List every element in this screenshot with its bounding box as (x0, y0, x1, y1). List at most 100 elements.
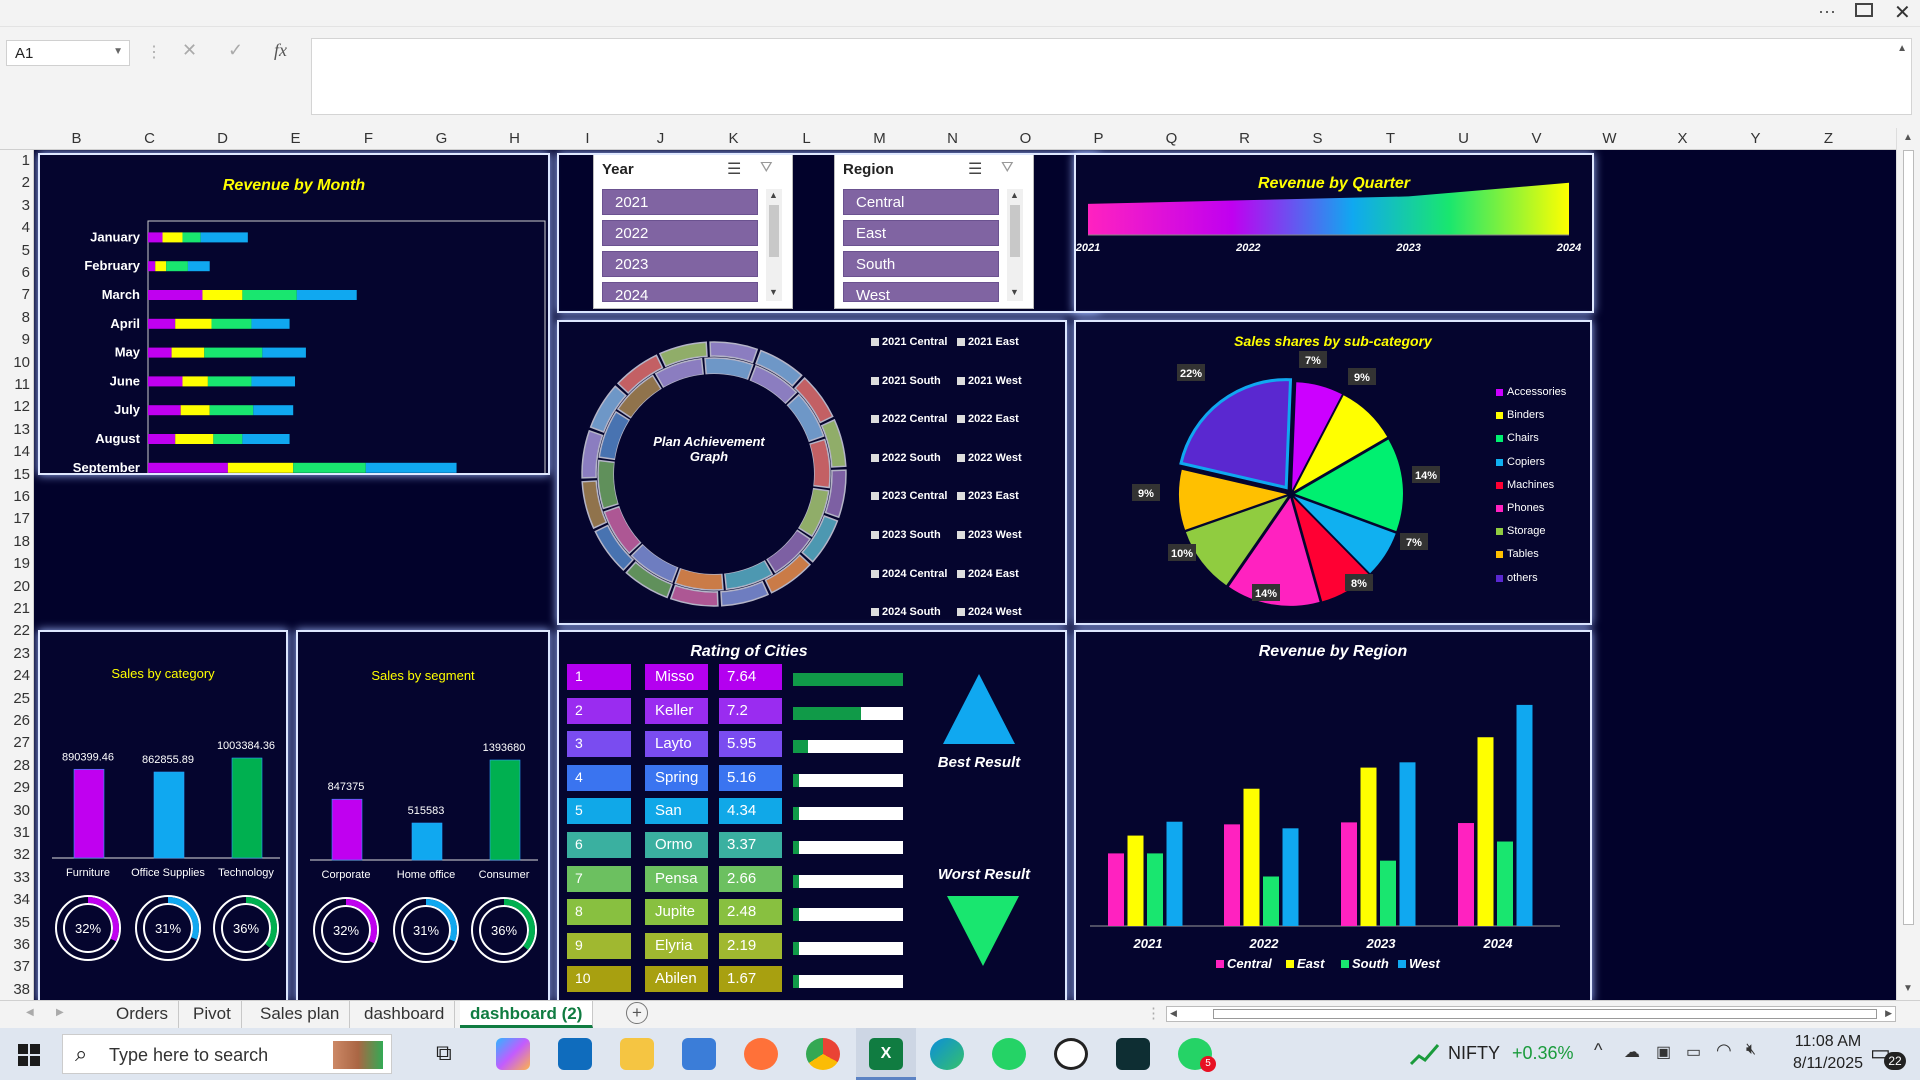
add-sheet-icon[interactable]: + (626, 1002, 648, 1024)
chevron-up-icon[interactable]: ^ (1594, 1040, 1602, 1061)
tab-sales-plan[interactable]: Sales plan (250, 1001, 351, 1028)
row-header[interactable]: 35 (0, 912, 30, 934)
row-header[interactable]: 5 (0, 240, 30, 262)
ticker-name[interactable]: NIFTY (1448, 1043, 1500, 1064)
taskbar-search-box[interactable]: ⌕ Type here to search (62, 1034, 392, 1074)
wifi-icon[interactable]: ◠ (1716, 1040, 1732, 1061)
tab-pivot[interactable]: Pivot (183, 1001, 242, 1028)
formula-input[interactable]: ▲ (311, 38, 1912, 115)
row-header[interactable]: 21 (0, 598, 30, 620)
row-header[interactable]: 22 (0, 620, 30, 642)
restore-icon[interactable] (1855, 3, 1873, 17)
row-header[interactable]: 9 (0, 329, 30, 351)
tab-dashboard-2[interactable]: dashboard (2) (460, 1001, 594, 1028)
scroll-thumb[interactable] (1213, 1009, 1877, 1019)
column-header[interactable]: V (1500, 130, 1573, 147)
tab-orders[interactable]: Orders (106, 1001, 179, 1028)
vertical-scrollbar[interactable]: ▲ ▼ (1896, 128, 1920, 1000)
row-header[interactable]: 23 (0, 643, 30, 665)
column-header[interactable]: R (1208, 130, 1281, 147)
column-header[interactable]: C (113, 130, 186, 147)
close-icon[interactable]: ✕ (1894, 0, 1911, 25)
scroll-right-icon[interactable]: ▶ (1885, 1008, 1892, 1019)
tab-dashboard[interactable]: dashboard (354, 1001, 456, 1028)
collapse-formula-icon[interactable]: ▲ (1897, 43, 1907, 54)
function-icon[interactable]: fx (274, 40, 287, 61)
scroll-down-icon[interactable]: ▼ (1903, 983, 1913, 994)
column-header[interactable]: U (1427, 130, 1500, 147)
chatgpt-icon[interactable] (1054, 1038, 1088, 1070)
row-header[interactable]: 38 (0, 979, 30, 1001)
copilot-icon[interactable] (496, 1038, 530, 1070)
clock-time[interactable]: 11:08 AM (1788, 1033, 1868, 1051)
column-header[interactable]: W (1573, 130, 1646, 147)
row-header[interactable]: 29 (0, 777, 30, 799)
column-header[interactable]: T (1354, 130, 1427, 147)
column-header[interactable]: Q (1135, 130, 1208, 147)
column-header[interactable]: N (916, 130, 989, 147)
excel-taskbar-active[interactable]: X (856, 1028, 916, 1080)
row-header[interactable]: 37 (0, 956, 30, 978)
file-explorer-icon[interactable] (620, 1038, 654, 1070)
row-header[interactable]: 13 (0, 419, 30, 441)
column-header[interactable]: E (259, 130, 332, 147)
row-header[interactable]: 28 (0, 755, 30, 777)
row-header[interactable]: 36 (0, 934, 30, 956)
column-header[interactable]: O (989, 130, 1062, 147)
column-header[interactable]: F (332, 130, 405, 147)
chrome-icon[interactable] (806, 1038, 840, 1070)
whatsapp-business-icon[interactable]: 5 (1178, 1038, 1216, 1072)
column-header[interactable]: K (697, 130, 770, 147)
scroll-left-icon[interactable]: ◀ (1170, 1008, 1177, 1019)
next-sheet-icon[interactable]: ▶ (56, 1007, 64, 1018)
column-header[interactable]: M (843, 130, 916, 147)
column-header[interactable]: B (40, 130, 113, 147)
row-header[interactable]: 20 (0, 576, 30, 598)
excel-icon[interactable]: X (869, 1038, 903, 1070)
row-header[interactable]: 30 (0, 800, 30, 822)
cancel-icon[interactable]: ✕ (182, 40, 197, 61)
row-header[interactable]: 15 (0, 464, 30, 486)
row-header[interactable]: 31 (0, 822, 30, 844)
row-header[interactable]: 11 (0, 374, 30, 396)
speaker-muted-icon[interactable]: 🔇︎ (1746, 1041, 1756, 1059)
row-header[interactable]: 1 (0, 150, 30, 172)
row-header[interactable]: 14 (0, 441, 30, 463)
row-header[interactable]: 26 (0, 710, 30, 732)
row-header[interactable]: 24 (0, 665, 30, 687)
whatsapp-icon[interactable] (992, 1038, 1026, 1070)
column-header[interactable]: J (624, 130, 697, 147)
row-header[interactable]: 27 (0, 732, 30, 754)
more-icon[interactable]: ⋯ (1818, 2, 1836, 23)
outlook-icon[interactable] (558, 1038, 592, 1070)
enter-icon[interactable]: ✓ (228, 40, 243, 61)
prev-sheet-icon[interactable]: ◀ (26, 1007, 34, 1018)
row-header[interactable]: 33 (0, 867, 30, 889)
scroll-up-icon[interactable]: ▲ (1903, 132, 1913, 143)
column-header[interactable]: X (1646, 130, 1719, 147)
scroll-thumb[interactable] (1903, 150, 1914, 925)
battery-icon[interactable]: ▭ (1686, 1042, 1701, 1062)
clock-date[interactable]: 8/11/2025 (1788, 1055, 1868, 1073)
column-header[interactable]: D (186, 130, 259, 147)
row-header[interactable]: 16 (0, 486, 30, 508)
column-header[interactable]: Y (1719, 130, 1792, 147)
row-header[interactable]: 25 (0, 688, 30, 710)
row-header[interactable]: 3 (0, 195, 30, 217)
name-box[interactable]: A1 ▼ (6, 40, 130, 66)
row-header[interactable]: 10 (0, 352, 30, 374)
column-header[interactable]: G (405, 130, 478, 147)
meet-icon[interactable]: ▣ (1656, 1042, 1671, 1062)
row-header[interactable]: 17 (0, 508, 30, 530)
column-header[interactable]: I (551, 130, 624, 147)
row-header[interactable]: 12 (0, 396, 30, 418)
column-header[interactable]: P (1062, 130, 1135, 147)
app-icon[interactable] (1116, 1038, 1150, 1070)
chevron-down-icon[interactable]: ▼ (113, 46, 123, 57)
horizontal-scrollbar[interactable]: ◀ ▶ (1166, 1006, 1896, 1022)
row-header[interactable]: 32 (0, 844, 30, 866)
row-header[interactable]: 19 (0, 553, 30, 575)
column-header[interactable]: H (478, 130, 551, 147)
firefox-icon[interactable] (744, 1038, 778, 1070)
row-header[interactable]: 8 (0, 307, 30, 329)
